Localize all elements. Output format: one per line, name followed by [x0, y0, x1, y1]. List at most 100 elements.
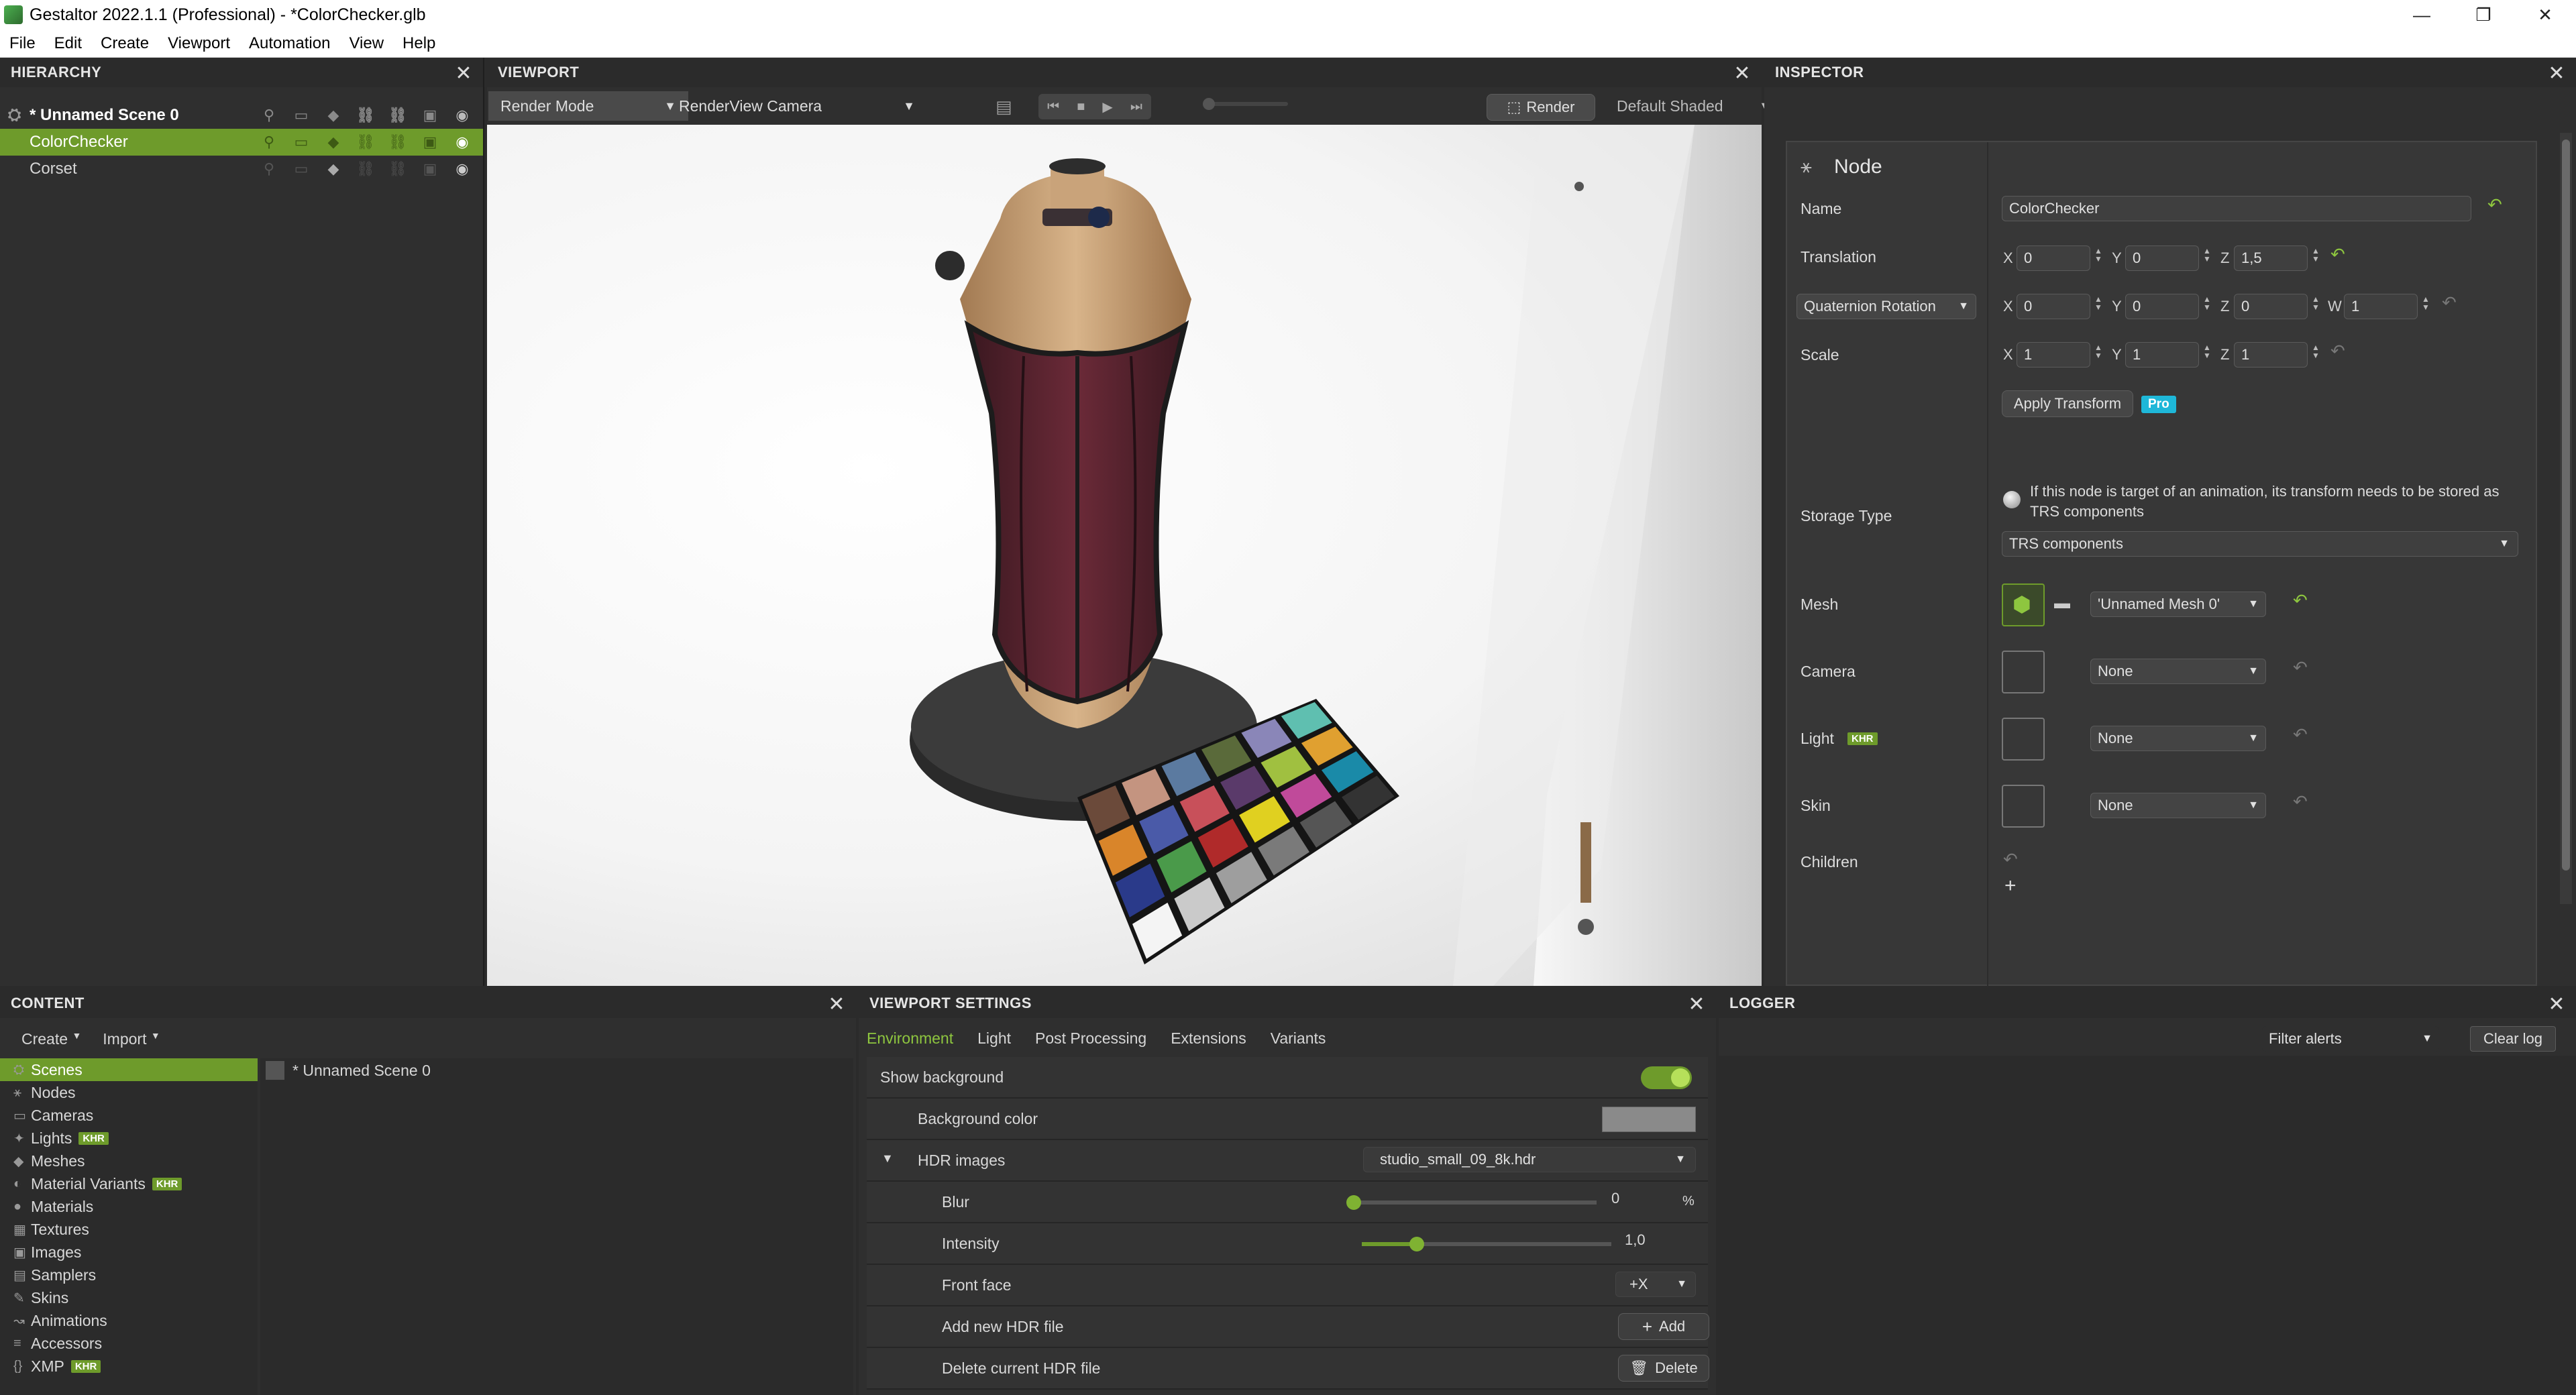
create-menu[interactable]: Create ▼: [21, 1030, 81, 1048]
skin-dropdown[interactable]: None ▼: [2090, 793, 2266, 818]
shading-dropdown[interactable]: Default Shaded▼: [1605, 91, 1783, 121]
collapse-chevron-icon[interactable]: ▼: [881, 1152, 894, 1166]
chain-icon[interactable]: ⛓: [386, 160, 409, 178]
content-category-cameras[interactable]: ▭ Cameras: [0, 1104, 258, 1127]
tab-environment[interactable]: Environment: [867, 1029, 953, 1048]
content-category-skins[interactable]: ✎ Skins: [0, 1286, 258, 1309]
reset-light-icon[interactable]: ↶: [2293, 724, 2308, 745]
reset-rotation-icon[interactable]: ↶: [2442, 292, 2457, 313]
camera-icon[interactable]: ▭: [290, 133, 313, 151]
translation-y-input[interactable]: 0: [2125, 245, 2199, 271]
storage-type-dropdown[interactable]: TRS components ▼: [2002, 531, 2518, 557]
close-window-button[interactable]: ✕: [2514, 0, 2576, 30]
front-face-dropdown[interactable]: +X ▼: [1615, 1272, 1696, 1297]
visibility-icon[interactable]: ◉: [451, 133, 474, 151]
import-menu[interactable]: Import ▼: [103, 1030, 160, 1048]
scene-row[interactable]: ⛭ * Unnamed Scene 0 ⚲ ▭ ◆ ⛓ ⛓ ▣ ◉: [0, 102, 483, 129]
show-background-toggle[interactable]: [1641, 1066, 1692, 1089]
render-mode-dropdown[interactable]: Render Mode ▼: [488, 91, 688, 121]
rotation-w-stepper[interactable]: ▲ ▼: [2422, 295, 2430, 311]
mesh-dropdown[interactable]: 'Unnamed Mesh 0' ▼: [2090, 592, 2266, 617]
close-content-icon[interactable]: ✕: [828, 993, 845, 1016]
scale-z-stepper[interactable]: ▲ ▼: [2312, 343, 2320, 359]
name-field[interactable]: ColorChecker: [2002, 196, 2471, 221]
scale-x-stepper[interactable]: ▲ ▼: [2094, 343, 2102, 359]
camera-slot[interactable]: [2002, 651, 2045, 693]
filter-alerts-dropdown[interactable]: Filter alerts ▼: [2262, 1026, 2439, 1052]
rotation-z-stepper[interactable]: ▲ ▼: [2312, 295, 2320, 311]
scale-x-input[interactable]: 1: [2017, 342, 2090, 368]
menu-help[interactable]: Help: [393, 34, 445, 53]
menu-file[interactable]: File: [0, 34, 45, 53]
viewport-canvas[interactable]: [487, 125, 1762, 986]
add-child-button[interactable]: +: [2004, 875, 2017, 897]
reset-children-icon[interactable]: ↶: [2003, 849, 2018, 870]
snapshot-icon[interactable]: ▤: [996, 97, 1012, 117]
reset-translation-icon[interactable]: ↶: [2330, 244, 2345, 265]
scale-z-input[interactable]: 1: [2234, 342, 2308, 368]
scale-y-stepper[interactable]: ▲ ▼: [2203, 343, 2211, 359]
content-category-nodes[interactable]: ⚹ Nodes: [0, 1081, 258, 1104]
menu-view[interactable]: View: [339, 34, 393, 53]
camera-icon[interactable]: ▭: [290, 160, 313, 178]
content-category-lights[interactable]: ✦ Lights KHR: [0, 1127, 258, 1150]
reset-scale-icon[interactable]: ↶: [2330, 341, 2345, 361]
close-logger-icon[interactable]: ✕: [2548, 993, 2565, 1016]
mesh-icon[interactable]: ◆: [322, 107, 345, 124]
rotation-z-input[interactable]: 0: [2234, 294, 2308, 319]
camera-dropdown[interactable]: None ▼: [2090, 659, 2266, 684]
restore-button[interactable]: ❐: [2453, 0, 2514, 30]
camera-dropdown[interactable]: RenderView Camera ▼: [667, 91, 927, 121]
clear-log-button[interactable]: Clear log: [2470, 1026, 2556, 1052]
skip-forward-icon[interactable]: ⏭: [1130, 99, 1142, 115]
hierarchy-item-colorchecker[interactable]: ColorChecker ⚲ ▭ ◆ ⛓ ⛓ ▣ ◉: [0, 129, 483, 156]
blur-value[interactable]: 0: [1611, 1190, 1619, 1207]
chain-icon[interactable]: ⛓: [386, 133, 409, 151]
content-category-animations[interactable]: ↝ Animations: [0, 1309, 258, 1332]
mesh-icon[interactable]: ◆: [322, 160, 345, 178]
hdr-file-dropdown[interactable]: studio_small_09_8k.hdr ▼: [1363, 1147, 1696, 1172]
light-dropdown[interactable]: None ▼: [2090, 726, 2266, 751]
tab-post-processing[interactable]: Post Processing: [1035, 1029, 1146, 1048]
pin-icon[interactable]: ⚲: [258, 133, 280, 151]
menu-viewport[interactable]: Viewport: [158, 34, 239, 53]
tab-extensions[interactable]: Extensions: [1171, 1029, 1246, 1048]
minimize-button[interactable]: —: [2391, 0, 2453, 30]
scrollbar-thumb[interactable]: [2562, 140, 2570, 871]
intensity-value[interactable]: 1,0: [1625, 1231, 1646, 1249]
menu-edit[interactable]: Edit: [45, 34, 91, 53]
skin-slot[interactable]: [2002, 785, 2045, 828]
chain-icon[interactable]: ⛓: [386, 107, 409, 124]
skin-icon[interactable]: ▣: [419, 160, 441, 178]
translation-z-input[interactable]: 1,5: [2234, 245, 2308, 271]
content-category-material-variants[interactable]: ◐ Material Variants KHR: [0, 1172, 258, 1195]
content-category-textures[interactable]: ▦ Textures: [0, 1218, 258, 1241]
background-color-swatch[interactable]: [1602, 1107, 1696, 1132]
content-category-materials[interactable]: ● Materials: [0, 1195, 258, 1218]
folder-icon[interactable]: ▬: [2054, 594, 2070, 613]
content-category-scenes[interactable]: ⛭ Scenes: [0, 1058, 258, 1081]
tab-variants[interactable]: Variants: [1271, 1029, 1326, 1048]
render-button[interactable]: ⬚ Render: [1487, 94, 1595, 121]
reset-skin-icon[interactable]: ↶: [2293, 791, 2308, 812]
pin-icon[interactable]: ⚲: [258, 160, 280, 178]
content-category-xmp[interactable]: {} XMP KHR: [0, 1355, 258, 1378]
close-hierarchy-icon[interactable]: ✕: [455, 62, 472, 85]
delete-hdr-button[interactable]: 🗑 Delete: [1618, 1355, 1709, 1382]
hierarchy-item-corset[interactable]: Corset ⚲ ▭ ◆ ⛓ ⛓ ▣ ◉: [0, 156, 483, 182]
visibility-icon[interactable]: ◉: [451, 107, 474, 124]
rotation-mode-dropdown[interactable]: Quaternion Rotation ▼: [1796, 294, 1976, 319]
rotation-w-input[interactable]: 1: [2344, 294, 2418, 319]
content-category-meshes[interactable]: ◆ Meshes: [0, 1150, 258, 1172]
add-hdr-button[interactable]: + Add: [1618, 1313, 1709, 1340]
close-inspector-icon[interactable]: ✕: [2548, 62, 2565, 85]
playback-slider[interactable]: [1203, 98, 1288, 110]
stop-icon[interactable]: ■: [1077, 99, 1085, 115]
translation-y-stepper[interactable]: ▲ ▼: [2203, 247, 2211, 263]
tab-light[interactable]: Light: [977, 1029, 1011, 1048]
rotation-y-input[interactable]: 0: [2125, 294, 2199, 319]
reset-camera-icon[interactable]: ↶: [2293, 657, 2308, 678]
rotation-y-stepper[interactable]: ▲ ▼: [2203, 295, 2211, 311]
intensity-slider[interactable]: [1362, 1237, 1611, 1251]
skip-back-icon[interactable]: ⏮: [1047, 99, 1059, 115]
